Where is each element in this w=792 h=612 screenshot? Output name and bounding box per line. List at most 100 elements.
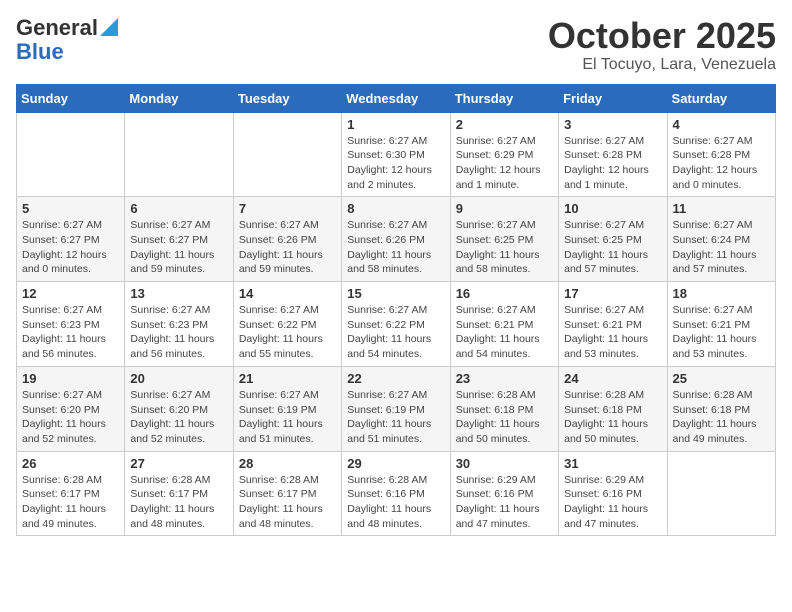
logo-blue: Blue	[16, 40, 118, 64]
table-row: 31Sunrise: 6:29 AM Sunset: 6:16 PM Dayli…	[559, 451, 667, 536]
table-row: 11 Sunrise: 6:27 AM Sunset: 6:24 PM Dayli…	[667, 197, 775, 282]
day-number: 31	[564, 456, 661, 471]
day-number: 5	[22, 201, 119, 216]
day-number: 12	[22, 286, 119, 301]
day-info: Sunrise: 6:27 AM Sunset: 6:30 PM Dayligh…	[347, 134, 444, 193]
month-title: October 2025	[548, 16, 776, 56]
day-info: Sunrise: 6:27 AM Sunset: 6:19 PM Dayligh…	[239, 388, 336, 447]
table-row: 7 Sunrise: 6:27 AM Sunset: 6:26 PM Daylig…	[233, 197, 341, 282]
day-info: Sunrise: 6:28 AM Sunset: 6:16 PM Dayligh…	[347, 473, 444, 532]
day-number: 8	[347, 201, 444, 216]
day-number: 14	[239, 286, 336, 301]
table-row: 23 Sunrise: 6:28 AM Sunset: 6:18 PM Dayli…	[450, 366, 558, 451]
day-info: Sunrise: 6:27 AM Sunset: 6:21 PM Dayligh…	[673, 303, 770, 362]
day-info: Sunrise: 6:28 AM Sunset: 6:18 PM Dayligh…	[456, 388, 553, 447]
table-row: 6 Sunrise: 6:27 AM Sunset: 6:27 PM Daylig…	[125, 197, 233, 282]
table-row	[667, 451, 775, 536]
table-row	[125, 112, 233, 197]
day-info: Sunrise: 6:27 AM Sunset: 6:25 PM Dayligh…	[564, 218, 661, 277]
day-number: 22	[347, 371, 444, 386]
table-row: 3 Sunrise: 6:27 AM Sunset: 6:28 PM Daylig…	[559, 112, 667, 197]
table-row: 27Sunrise: 6:28 AM Sunset: 6:17 PM Dayli…	[125, 451, 233, 536]
day-info: Sunrise: 6:28 AM Sunset: 6:17 PM Dayligh…	[22, 473, 119, 532]
day-number: 4	[673, 117, 770, 132]
table-row: 2 Sunrise: 6:27 AM Sunset: 6:29 PM Daylig…	[450, 112, 558, 197]
table-row: 4 Sunrise: 6:27 AM Sunset: 6:28 PM Daylig…	[667, 112, 775, 197]
day-info: Sunrise: 6:27 AM Sunset: 6:21 PM Dayligh…	[456, 303, 553, 362]
table-row: 17Sunrise: 6:27 AM Sunset: 6:21 PM Dayli…	[559, 282, 667, 367]
calendar-week-row: 19 Sunrise: 6:27 AM Sunset: 6:20 PM Dayli…	[17, 366, 776, 451]
calendar-header-row: Sunday Monday Tuesday Wednesday Thursday…	[17, 84, 776, 112]
day-number: 27	[130, 456, 227, 471]
day-number: 6	[130, 201, 227, 216]
day-info: Sunrise: 6:27 AM Sunset: 6:22 PM Dayligh…	[239, 303, 336, 362]
table-row: 18 Sunrise: 6:27 AM Sunset: 6:21 PM Dayli…	[667, 282, 775, 367]
table-row: 14 Sunrise: 6:27 AM Sunset: 6:22 PM Dayli…	[233, 282, 341, 367]
day-number: 24	[564, 371, 661, 386]
col-sunday: Sunday	[17, 84, 125, 112]
title-block: October 2025 El Tocuyo, Lara, Venezuela	[548, 16, 776, 74]
table-row: 28 Sunrise: 6:28 AM Sunset: 6:17 PM Dayli…	[233, 451, 341, 536]
table-row: 29 Sunrise: 6:28 AM Sunset: 6:16 PM Dayli…	[342, 451, 450, 536]
day-number: 25	[673, 371, 770, 386]
day-number: 18	[673, 286, 770, 301]
day-info: Sunrise: 6:27 AM Sunset: 6:27 PM Dayligh…	[130, 218, 227, 277]
table-row: 22 Sunrise: 6:27 AM Sunset: 6:19 PM Dayli…	[342, 366, 450, 451]
calendar-week-row: 12 Sunrise: 6:27 AM Sunset: 6:23 PM Dayli…	[17, 282, 776, 367]
table-row: 15Sunrise: 6:27 AM Sunset: 6:22 PM Dayli…	[342, 282, 450, 367]
day-number: 28	[239, 456, 336, 471]
table-row: 13 Sunrise: 6:27 AM Sunset: 6:23 PM Dayli…	[125, 282, 233, 367]
day-number: 16	[456, 286, 553, 301]
day-info: Sunrise: 6:27 AM Sunset: 6:25 PM Dayligh…	[456, 218, 553, 277]
day-number: 26	[22, 456, 119, 471]
day-number: 20	[130, 371, 227, 386]
day-number: 7	[239, 201, 336, 216]
col-friday: Friday	[559, 84, 667, 112]
day-number: 23	[456, 371, 553, 386]
day-info: Sunrise: 6:27 AM Sunset: 6:20 PM Dayligh…	[22, 388, 119, 447]
logo: General Blue	[16, 16, 118, 64]
day-info: Sunrise: 6:27 AM Sunset: 6:26 PM Dayligh…	[239, 218, 336, 277]
table-row: 30 Sunrise: 6:29 AM Sunset: 6:16 PM Dayli…	[450, 451, 558, 536]
col-wednesday: Wednesday	[342, 84, 450, 112]
day-info: Sunrise: 6:27 AM Sunset: 6:27 PM Dayligh…	[22, 218, 119, 277]
table-row: 24 Sunrise: 6:28 AM Sunset: 6:18 PM Dayli…	[559, 366, 667, 451]
table-row: 26 Sunrise: 6:28 AM Sunset: 6:17 PM Dayli…	[17, 451, 125, 536]
table-row: 1Sunrise: 6:27 AM Sunset: 6:30 PM Daylig…	[342, 112, 450, 197]
day-number: 19	[22, 371, 119, 386]
location-subtitle: El Tocuyo, Lara, Venezuela	[548, 56, 776, 74]
day-number: 13	[130, 286, 227, 301]
day-info: Sunrise: 6:27 AM Sunset: 6:28 PM Dayligh…	[673, 134, 770, 193]
day-info: Sunrise: 6:29 AM Sunset: 6:16 PM Dayligh…	[456, 473, 553, 532]
table-row: 20 Sunrise: 6:27 AM Sunset: 6:20 PM Dayli…	[125, 366, 233, 451]
table-row: 9Sunrise: 6:27 AM Sunset: 6:25 PM Daylig…	[450, 197, 558, 282]
calendar-table: Sunday Monday Tuesday Wednesday Thursday…	[16, 84, 776, 537]
day-number: 3	[564, 117, 661, 132]
day-number: 10	[564, 201, 661, 216]
logo-icon	[100, 18, 118, 36]
day-info: Sunrise: 6:27 AM Sunset: 6:23 PM Dayligh…	[22, 303, 119, 362]
day-number: 15	[347, 286, 444, 301]
day-number: 30	[456, 456, 553, 471]
day-number: 29	[347, 456, 444, 471]
day-info: Sunrise: 6:27 AM Sunset: 6:19 PM Dayligh…	[347, 388, 444, 447]
table-row	[233, 112, 341, 197]
calendar-week-row: 26 Sunrise: 6:28 AM Sunset: 6:17 PM Dayli…	[17, 451, 776, 536]
table-row: 21 Sunrise: 6:27 AM Sunset: 6:19 PM Dayli…	[233, 366, 341, 451]
calendar-week-row: 1Sunrise: 6:27 AM Sunset: 6:30 PM Daylig…	[17, 112, 776, 197]
table-row: 25Sunrise: 6:28 AM Sunset: 6:18 PM Dayli…	[667, 366, 775, 451]
day-number: 2	[456, 117, 553, 132]
day-number: 21	[239, 371, 336, 386]
day-number: 11	[673, 201, 770, 216]
day-info: Sunrise: 6:28 AM Sunset: 6:18 PM Dayligh…	[564, 388, 661, 447]
day-info: Sunrise: 6:27 AM Sunset: 6:28 PM Dayligh…	[564, 134, 661, 193]
col-monday: Monday	[125, 84, 233, 112]
day-info: Sunrise: 6:27 AM Sunset: 6:20 PM Dayligh…	[130, 388, 227, 447]
table-row: 5 Sunrise: 6:27 AM Sunset: 6:27 PM Daylig…	[17, 197, 125, 282]
day-info: Sunrise: 6:27 AM Sunset: 6:29 PM Dayligh…	[456, 134, 553, 193]
day-info: Sunrise: 6:28 AM Sunset: 6:17 PM Dayligh…	[239, 473, 336, 532]
day-info: Sunrise: 6:27 AM Sunset: 6:23 PM Dayligh…	[130, 303, 227, 362]
day-info: Sunrise: 6:27 AM Sunset: 6:24 PM Dayligh…	[673, 218, 770, 277]
day-info: Sunrise: 6:27 AM Sunset: 6:26 PM Dayligh…	[347, 218, 444, 277]
table-row: 8 Sunrise: 6:27 AM Sunset: 6:26 PM Daylig…	[342, 197, 450, 282]
